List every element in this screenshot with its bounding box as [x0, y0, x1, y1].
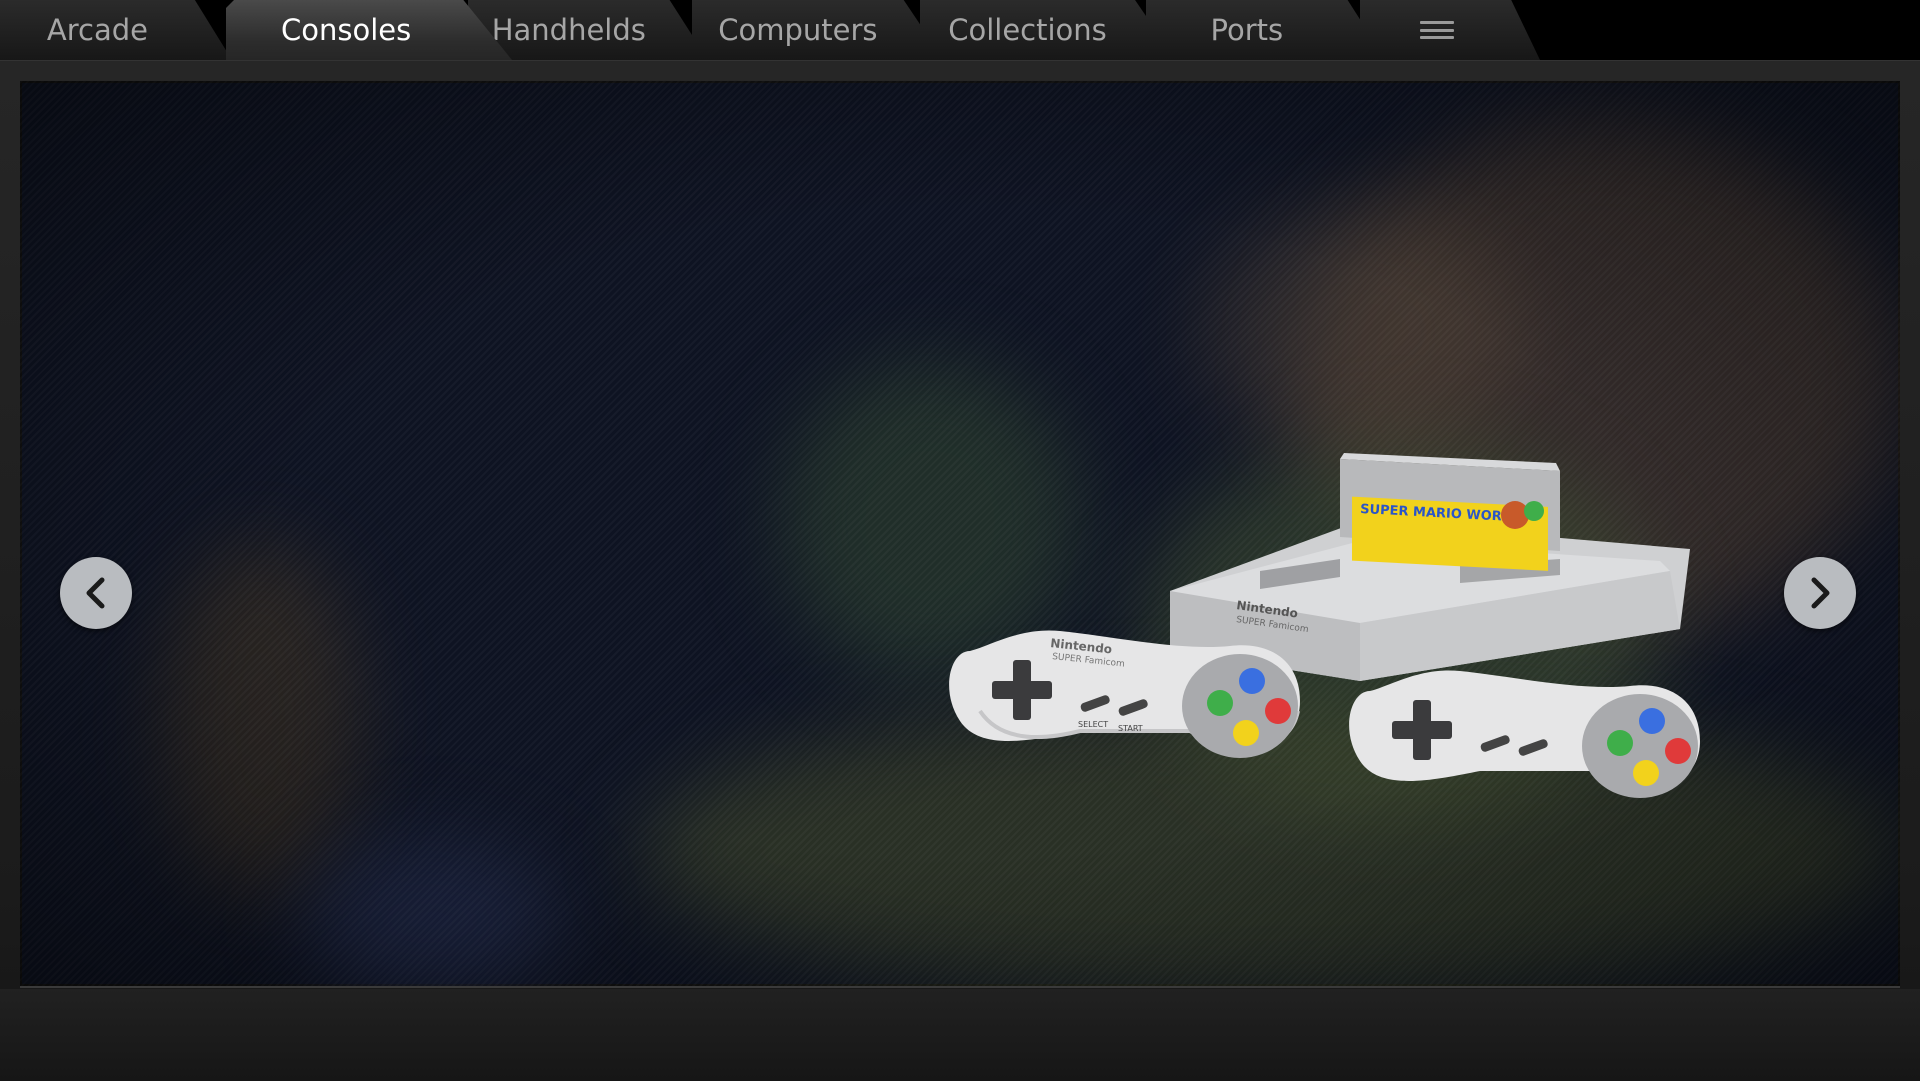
- select-label: SELECT: [1078, 720, 1108, 729]
- bottom-bar: [0, 989, 1920, 1081]
- menu-tab[interactable]: [1360, 0, 1540, 60]
- tab-bar: Arcade Consoles Handhelds Computers Coll…: [0, 0, 1920, 60]
- previous-system-button[interactable]: [60, 557, 132, 629]
- tab-label: Consoles: [281, 13, 412, 47]
- console-artwork: Nintendo SUPER Famicom SUPER MARIO WORLD: [949, 453, 1700, 798]
- next-system-button[interactable]: [1784, 557, 1856, 629]
- tab-arcade[interactable]: Arcade: [0, 0, 232, 60]
- chevron-right-icon: [1811, 577, 1830, 609]
- chevron-left-icon: [86, 577, 105, 609]
- hamburger-menu-icon: [1420, 21, 1455, 39]
- start-label: START: [1118, 724, 1143, 733]
- tab-ports[interactable]: Ports: [1146, 0, 1386, 60]
- tab-label: Handhelds: [491, 13, 646, 47]
- tab-computers[interactable]: Computers: [692, 0, 944, 60]
- tab-label: Arcade: [46, 13, 148, 47]
- system-carousel[interactable]: Nintendo SUPER Famicom SUPER MARIO WORLD: [20, 81, 1900, 986]
- controller-left: SELECT START Nintendo SUPER Famicom: [949, 630, 1300, 758]
- tab-consoles[interactable]: Consoles: [226, 0, 512, 60]
- tab-label: Ports: [1210, 13, 1284, 47]
- cartridge: SUPER MARIO WORLD: [1340, 453, 1560, 571]
- tab-label: Computers: [718, 13, 878, 47]
- tab-collections[interactable]: Collections: [920, 0, 1176, 60]
- tab-label: Collections: [948, 13, 1107, 47]
- main-frame: Nintendo SUPER Famicom SUPER MARIO WORLD: [0, 60, 1920, 1081]
- controller-right: [1349, 670, 1700, 798]
